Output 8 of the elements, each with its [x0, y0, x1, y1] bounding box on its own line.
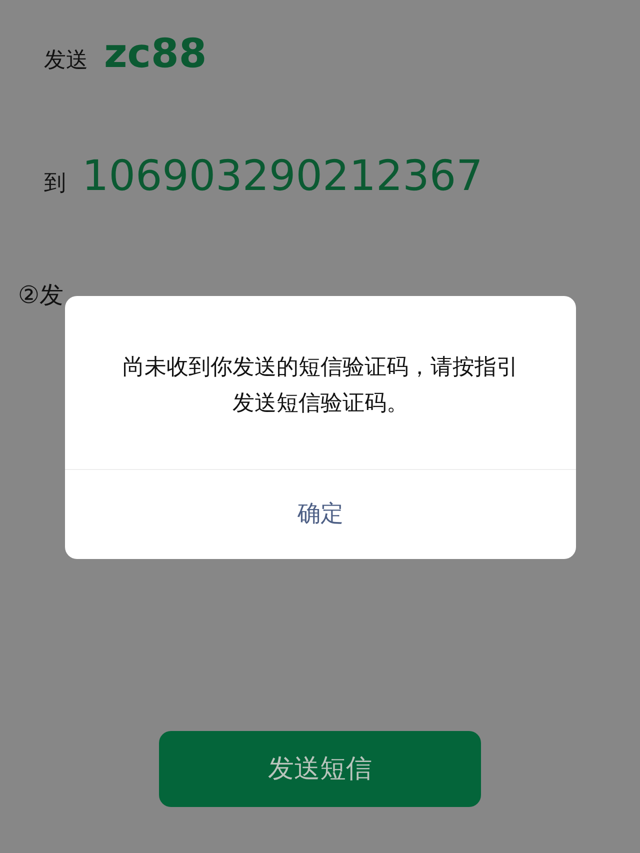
dialog-message: 尚未收到你发送的短信验证码，请按指引发送短信验证码。	[122, 354, 520, 418]
send-sms-button[interactable]: 发送短信	[159, 731, 481, 807]
to-label: 到	[44, 170, 66, 198]
phone-number: 106903290212367	[82, 150, 483, 202]
sms-code: zc88	[104, 30, 207, 79]
step-text: ②发	[18, 281, 64, 309]
confirm-button[interactable]: 确定	[282, 489, 360, 540]
send-label: 发送	[44, 47, 88, 75]
